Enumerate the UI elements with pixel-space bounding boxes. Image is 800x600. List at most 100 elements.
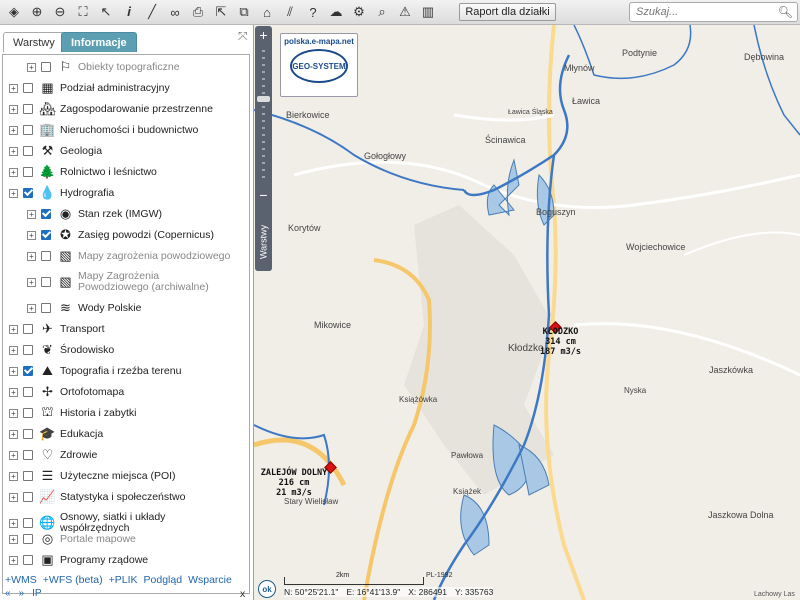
gauge-label-zalejow[interactable]: ZALEJÓW DOLNY 216 cm 21 m3/s: [254, 468, 334, 498]
layer-item[interactable]: + ✢ Ortofotomapa: [9, 382, 124, 402]
expand-icon[interactable]: +: [9, 555, 18, 565]
expand-icon[interactable]: +: [9, 518, 18, 528]
layer-checkbox[interactable]: [23, 83, 33, 93]
preview-link[interactable]: Podgląd: [144, 574, 183, 586]
layer-item[interactable]: + 📈 Statystyka i społeczeństwo: [9, 487, 185, 507]
search-box[interactable]: 🔍︎: [629, 2, 798, 22]
layer-checkbox[interactable]: [23, 408, 33, 418]
expand-icon[interactable]: +: [27, 251, 36, 261]
next-icon[interactable]: »: [19, 588, 25, 599]
expand-icon[interactable]: +: [9, 408, 18, 418]
expand-icon[interactable]: +: [9, 167, 18, 177]
layer-item[interactable]: + 🌲 Rolnictwo i leśnictwo: [9, 162, 157, 182]
expand-icon[interactable]: +: [9, 450, 18, 460]
layer-item[interactable]: + ☰ Użyteczne miejsca (POI): [9, 466, 176, 486]
zoom-slider-handle[interactable]: [257, 96, 270, 102]
layer-checkbox[interactable]: [23, 471, 33, 481]
expand-icon[interactable]: +: [9, 492, 18, 502]
layer-checkbox[interactable]: [23, 366, 33, 376]
pointer-icon[interactable]: ↖: [96, 2, 116, 22]
layer-checkbox[interactable]: [23, 146, 33, 156]
layer-item[interactable]: + ♡ Zdrowie: [9, 445, 97, 465]
tab-informacje[interactable]: Informacje: [61, 32, 137, 52]
layer-checkbox[interactable]: [23, 125, 33, 135]
expand-icon[interactable]: +: [9, 345, 18, 355]
layer-item[interactable]: + 🎓 Edukacja: [9, 424, 103, 444]
expand-icon[interactable]: +: [9, 324, 18, 334]
layer-item[interactable]: + 🏘 Zagospodarowanie przestrzenne: [9, 99, 213, 119]
layer-checkbox[interactable]: [41, 230, 51, 240]
pattern-icon[interactable]: ▥: [418, 2, 438, 22]
search-plus-icon[interactable]: ⌕: [372, 2, 392, 22]
layer-item[interactable]: + ▣ Programy rządowe: [9, 550, 148, 570]
expand-icon[interactable]: +: [27, 277, 36, 287]
close-footer-icon[interactable]: x: [240, 588, 245, 600]
layer-checkbox[interactable]: [23, 518, 33, 528]
map-view[interactable]: + − Warstwy polska.e-mapa.net GEO-SYSTEM…: [254, 25, 800, 600]
layer-item[interactable]: + ▧ Mapy zagrożenia powodziowego: [27, 246, 230, 266]
layers-side-tab[interactable]: Warstwy: [255, 213, 272, 271]
support-link[interactable]: Wsparcie: [188, 574, 232, 586]
expand-icon[interactable]: +: [9, 387, 18, 397]
expand-icon[interactable]: +: [27, 62, 36, 72]
layer-checkbox[interactable]: [41, 277, 51, 287]
prev-icon[interactable]: «: [5, 588, 11, 599]
add-file-link[interactable]: +PLIK: [109, 574, 138, 586]
cloud-upload-icon[interactable]: ☁: [326, 2, 346, 22]
add-wfs-link[interactable]: +WFS (beta): [43, 574, 103, 586]
layer-item[interactable]: + ◎ Portale mapowe: [9, 529, 136, 549]
expand-icon[interactable]: +: [9, 534, 18, 544]
expand-icon[interactable]: +: [9, 125, 18, 135]
warning-icon[interactable]: ⚠: [395, 2, 415, 22]
measure-line-icon[interactable]: ╱: [142, 2, 162, 22]
add-wms-link[interactable]: +WMS: [5, 574, 37, 586]
layer-checkbox[interactable]: [23, 555, 33, 565]
layer-item[interactable]: + 🏢 Nieruchomości i budownictwo: [9, 120, 198, 140]
layer-item[interactable]: + ▦ Podział administracyjny: [9, 78, 170, 98]
layers-icon[interactable]: ◈: [4, 2, 24, 22]
report-button[interactable]: Raport dla działki: [459, 3, 556, 21]
expand-icon[interactable]: +: [27, 209, 36, 219]
zoom-in-icon[interactable]: ⊕: [27, 2, 47, 22]
layer-checkbox[interactable]: [23, 492, 33, 502]
layer-item[interactable]: + ⚒ Geologia: [9, 141, 102, 161]
layer-checkbox[interactable]: [41, 62, 51, 72]
layer-checkbox[interactable]: [41, 209, 51, 219]
projection-select[interactable]: PL-1992: [426, 572, 452, 579]
layer-checkbox[interactable]: [23, 345, 33, 355]
link-icon[interactable]: ∞: [165, 2, 185, 22]
layer-checkbox[interactable]: [23, 429, 33, 439]
layer-checkbox[interactable]: [23, 188, 33, 198]
layer-checkbox[interactable]: [23, 534, 33, 544]
expand-icon[interactable]: +: [9, 146, 18, 156]
layer-item[interactable]: + ◉ Stan rzek (IMGW): [27, 204, 162, 224]
geo-system-logo[interactable]: polska.e-mapa.net GEO-SYSTEM: [280, 33, 358, 97]
layer-checkbox[interactable]: [23, 167, 33, 177]
gauge-label-klodzko[interactable]: KŁODZKO 314 cm 187 m3/s: [540, 327, 581, 357]
layer-checkbox[interactable]: [23, 387, 33, 397]
collapse-panel-icon[interactable]: ⤧: [238, 29, 248, 44]
expand-icon[interactable]: +: [9, 104, 18, 114]
bookmark-icon[interactable]: ⌂: [257, 2, 277, 22]
expand-icon[interactable]: +: [9, 188, 18, 198]
zoom-plus-button[interactable]: +: [255, 26, 272, 44]
expand-icon[interactable]: +: [27, 230, 36, 240]
zoom-minus-button[interactable]: −: [255, 186, 272, 204]
layer-item[interactable]: + ▧ Mapy Zagrożenia Powodziowego (archiwal…: [27, 267, 218, 297]
layer-checkbox[interactable]: [23, 450, 33, 460]
layer-item[interactable]: + ✈ Transport: [9, 319, 105, 339]
layer-checkbox[interactable]: [41, 251, 51, 261]
tab-warstwy[interactable]: Warstwy: [3, 32, 65, 52]
zoom-slider-track[interactable]: [262, 50, 265, 180]
expand-icon[interactable]: +: [9, 83, 18, 93]
settings-icon[interactable]: ⚙: [349, 2, 369, 22]
layer-item[interactable]: + ≋ Wody Polskie: [27, 298, 141, 318]
help-icon[interactable]: ?: [303, 2, 323, 22]
copy-icon[interactable]: ⧉: [234, 2, 254, 22]
zoom-out-icon[interactable]: ⊖: [50, 2, 70, 22]
layer-checkbox[interactable]: [23, 104, 33, 114]
expand-icon[interactable]: +: [27, 303, 36, 313]
layer-item[interactable]: + 💧 Hydrografia: [9, 183, 114, 203]
layer-item[interactable]: + ⛫ Historia i zabytki: [9, 403, 136, 423]
ok-button[interactable]: ok: [258, 580, 276, 598]
